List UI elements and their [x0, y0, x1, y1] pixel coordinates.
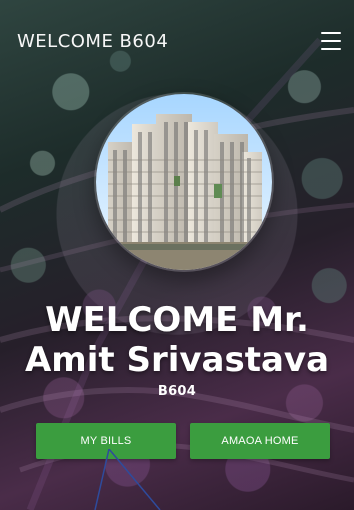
hamburger-line-1	[321, 32, 341, 34]
app-screen: WELCOME B604 WELCOME Mr. Amit Srivastava…	[0, 0, 354, 510]
welcome-text: WELCOME Mr. Amit Srivastava	[0, 300, 354, 380]
header-title: WELCOME B604	[17, 31, 169, 52]
top-bar: WELCOME B604	[0, 0, 354, 72]
hamburger-line-2	[321, 40, 341, 42]
welcome-line-1: WELCOME Mr.	[45, 300, 309, 340]
welcome-line-2: Amit Srivastava	[24, 340, 330, 380]
unit-label: B604	[157, 384, 197, 399]
building-illustration	[96, 94, 272, 270]
hamburger-line-3	[321, 48, 341, 50]
amaoa-home-button[interactable]: AMAOA HOME	[190, 423, 330, 459]
building-photo	[94, 92, 274, 272]
my-bills-button[interactable]: MY BILLS	[36, 423, 176, 459]
hamburger-icon[interactable]	[317, 28, 341, 52]
